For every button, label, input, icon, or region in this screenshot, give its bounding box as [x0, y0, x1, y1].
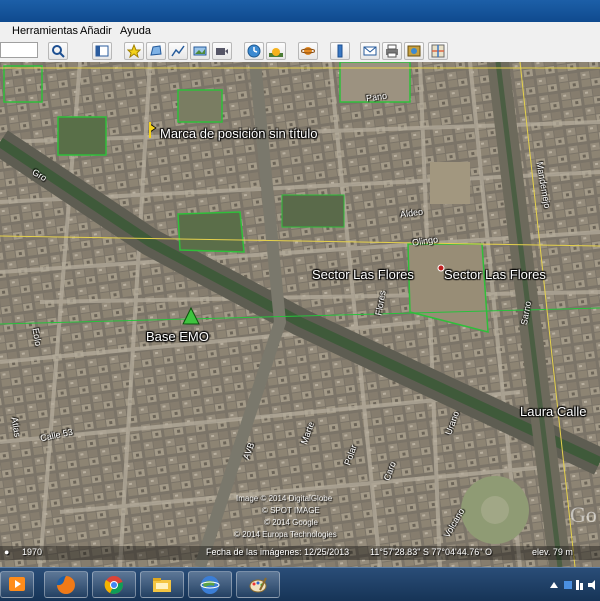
taskbar-media-player[interactable]: [0, 571, 34, 598]
google-maps-button[interactable]: [428, 42, 448, 60]
search-input[interactable]: [0, 42, 38, 58]
planets-icon: [301, 47, 315, 55]
tray-icons: [550, 580, 595, 590]
add-polygon-button[interactable]: [146, 42, 166, 60]
polygon-icon: [150, 45, 162, 56]
sunlight-icon: [269, 48, 283, 57]
toolbar: [0, 40, 600, 63]
map-viewport[interactable]: Marca de posición sin título Base EMO Se…: [0, 62, 600, 567]
coordinates-readout: 11°57'28.83" S 77°04'44.76" O: [370, 547, 492, 557]
laura-caller-label[interactable]: Laura Calle: [520, 404, 587, 419]
firefox-icon: [57, 576, 75, 594]
credit-spot-image: © SPOT IMAGE: [262, 506, 320, 515]
record-tour-button[interactable]: [212, 42, 232, 60]
window-titlebar: [0, 0, 600, 22]
search-button[interactable]: [48, 42, 68, 60]
sunlight-button[interactable]: [266, 42, 286, 60]
image-overlay-button[interactable]: [190, 42, 210, 60]
print-icon: [386, 44, 398, 58]
chrome-icon: [104, 576, 123, 594]
email-icon: [363, 46, 377, 56]
menu-anadir[interactable]: Añadir: [80, 25, 112, 37]
menu-herramientas[interactable]: Herramientas: [12, 25, 78, 37]
media-player-icon: [9, 577, 25, 591]
status-bar: ● 1970 Fecha de las imágenes: 12/25/2013…: [0, 546, 600, 560]
taskbar-chrome[interactable]: [92, 571, 136, 598]
taskbar-google-earth[interactable]: [188, 571, 232, 598]
add-placemark-button[interactable]: [124, 42, 144, 60]
system-tray: [548, 578, 598, 592]
path-icon: [171, 45, 185, 57]
sector-label-1[interactable]: Sector Las Flores: [312, 267, 414, 282]
elevation-readout: elev. 79 m: [532, 547, 573, 557]
add-path-button[interactable]: [168, 42, 188, 60]
menu-ayuda[interactable]: Ayuda: [120, 25, 151, 37]
credit-digitalglobe: Image © 2014 DigitalGlobe: [236, 494, 333, 503]
credit-google: © 2014 Google: [264, 518, 318, 527]
sector-label-2[interactable]: Sector Las Flores: [444, 267, 546, 282]
ruler-icon: [337, 44, 343, 58]
placemark-label[interactable]: Marca de posición sin título: [160, 126, 318, 141]
taskbar: [0, 567, 600, 601]
save-image-button[interactable]: [404, 42, 424, 60]
placemark-icon: [127, 44, 141, 58]
google-watermark: Go: [570, 502, 597, 527]
imagery-date: Fecha de las imágenes: 12/25/2013: [206, 547, 350, 557]
taskbar-firefox[interactable]: [44, 571, 88, 598]
sidebar-icon: [95, 45, 109, 57]
menu-bar: Herramientas Añadir Ayuda: [0, 22, 600, 41]
search-icon: [52, 45, 65, 58]
sidebar-button[interactable]: [92, 42, 112, 60]
print-button[interactable]: [382, 42, 402, 60]
historical-imagery-icon: [247, 44, 261, 58]
paint-icon: [249, 577, 267, 593]
email-button[interactable]: [360, 42, 380, 60]
record-tour-icon: [216, 48, 228, 55]
file-explorer-icon: [153, 578, 171, 592]
taskbar-file-explorer[interactable]: [140, 571, 184, 598]
time-slider-icon[interactable]: ●: [4, 547, 9, 557]
ruler-button[interactable]: [330, 42, 350, 60]
year-label: 1970: [22, 547, 43, 557]
image-overlay-icon: [193, 46, 207, 56]
historical-imagery-button[interactable]: [244, 42, 264, 60]
map-view-icon: [431, 44, 445, 58]
taskbar-paint[interactable]: [236, 571, 280, 598]
base-emo-label[interactable]: Base EMO: [146, 329, 209, 344]
save-image-icon: [407, 45, 421, 57]
planets-button[interactable]: [298, 42, 318, 60]
google-earth-icon: [200, 576, 220, 594]
credit-europa: © 2014 Europa Technologies: [234, 530, 337, 539]
